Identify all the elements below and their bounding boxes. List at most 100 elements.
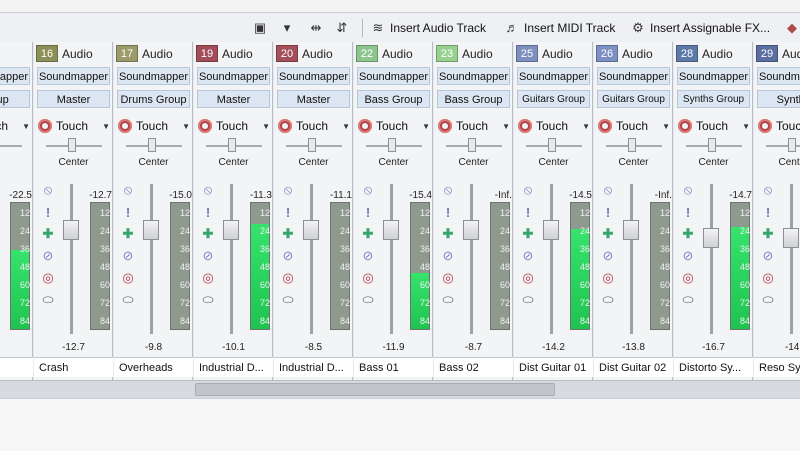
solo-icon[interactable]: ! <box>760 204 776 220</box>
pan-slider-handle[interactable] <box>68 138 76 152</box>
solo-icon[interactable]: ! <box>440 204 456 220</box>
volume-fader-handle[interactable] <box>143 220 159 240</box>
mute-icon[interactable]: ⦸ <box>120 182 136 198</box>
input-echo-icon[interactable]: ✚ <box>520 226 536 242</box>
volume-fader-track[interactable] <box>790 184 793 334</box>
automation-mode-selector[interactable]: Touch ▼ <box>358 117 430 135</box>
bus-selector[interactable]: Bass Group <box>357 90 430 108</box>
insert-audio-track-button[interactable]: ≋ Insert Audio Track <box>370 18 487 38</box>
phase-icon[interactable]: ⊘ <box>680 248 696 264</box>
record-arm-icon[interactable]: ◎ <box>120 270 136 286</box>
bus-selector[interactable]: Master <box>277 90 350 108</box>
track-name[interactable]: Industrial D... <box>194 357 273 377</box>
mute-icon[interactable]: ⦸ <box>200 182 216 198</box>
input-echo-icon[interactable]: ✚ <box>680 226 696 242</box>
track-header[interactable]: 17 Audio <box>116 44 190 63</box>
track-header[interactable]: 25 Audio <box>516 44 590 63</box>
input-echo-icon[interactable]: ✚ <box>200 226 216 242</box>
record-arm-icon[interactable]: ◎ <box>760 270 776 286</box>
output-selector[interactable]: Soundmapper <box>117 67 190 85</box>
input-echo-icon[interactable]: ✚ <box>40 226 56 242</box>
solo-icon[interactable]: ! <box>680 204 696 220</box>
volume-fader-track[interactable] <box>70 184 73 334</box>
output-selector[interactable]: Soundmapper <box>677 67 750 85</box>
solo-icon[interactable]: ! <box>200 204 216 220</box>
output-selector[interactable]: Soundmapper <box>277 67 350 85</box>
pan-slider-handle[interactable] <box>708 138 716 152</box>
track-name[interactable]: Industrial D... <box>274 357 353 377</box>
solo-icon[interactable]: ! <box>280 204 296 220</box>
volume-fader-handle[interactable] <box>783 228 799 248</box>
pan-slider-handle[interactable] <box>148 138 156 152</box>
track-header[interactable]: 20 Audio <box>276 44 350 63</box>
volume-fader-handle[interactable] <box>63 220 79 240</box>
automation-mode-selector[interactable]: Touch ▼ <box>38 117 110 135</box>
track-header[interactable]: 19 Audio <box>196 44 270 63</box>
height-tool-icon[interactable]: ⇵ <box>334 18 354 38</box>
volume-fader-handle[interactable] <box>623 220 639 240</box>
automation-mode-selector[interactable]: Touch ▼ <box>678 117 750 135</box>
read-automation-icon[interactable]: ⬭ <box>40 292 56 308</box>
read-automation-icon[interactable]: ⬭ <box>360 292 376 308</box>
mute-icon[interactable]: ⦸ <box>760 182 776 198</box>
view-menu-chevron-icon[interactable]: ▾ <box>282 18 296 38</box>
track-header[interactable]: 22 Audio <box>356 44 430 63</box>
read-automation-icon[interactable]: ⬭ <box>120 292 136 308</box>
phase-icon[interactable]: ⊘ <box>280 248 296 264</box>
track-name[interactable]: Reso Sy <box>754 357 800 377</box>
pan-slider-handle[interactable] <box>228 138 236 152</box>
output-selector[interactable]: Soundmapper <box>437 67 510 85</box>
track-name[interactable]: 2 <box>0 357 33 377</box>
volume-fader-handle[interactable] <box>383 220 399 240</box>
output-selector[interactable]: Soundmapper <box>0 67 30 85</box>
output-selector[interactable]: Soundmapper <box>37 67 110 85</box>
volume-fader-handle[interactable] <box>223 220 239 240</box>
phase-icon[interactable]: ⊘ <box>440 248 456 264</box>
track-name[interactable]: Bass 02 <box>434 357 513 377</box>
input-echo-icon[interactable]: ✚ <box>760 226 776 242</box>
volume-fader-track[interactable] <box>230 184 233 334</box>
toolbar-overflow-icon[interactable]: ◆ <box>784 18 800 38</box>
mute-icon[interactable]: ⦸ <box>440 182 456 198</box>
bus-selector[interactable]: Guitars Group <box>597 90 670 108</box>
automation-mode-selector[interactable]: Touch ▼ <box>0 117 30 135</box>
track-header[interactable]: 29 Audio <box>756 44 800 63</box>
input-echo-icon[interactable]: ✚ <box>360 226 376 242</box>
record-arm-icon[interactable]: ◎ <box>600 270 616 286</box>
automation-mode-selector[interactable]: Touch ▼ <box>278 117 350 135</box>
bus-selector[interactable]: Bass Group <box>437 90 510 108</box>
volume-fader-handle[interactable] <box>303 220 319 240</box>
automation-mode-selector[interactable]: Touch ▼ <box>118 117 190 135</box>
volume-fader-handle[interactable] <box>703 228 719 248</box>
read-automation-icon[interactable]: ⬭ <box>680 292 696 308</box>
width-tool-icon[interactable]: ⇹ <box>308 18 328 38</box>
read-automation-icon[interactable]: ⬭ <box>760 292 776 308</box>
phase-icon[interactable]: ⊘ <box>200 248 216 264</box>
record-arm-icon[interactable]: ◎ <box>40 270 56 286</box>
solo-icon[interactable]: ! <box>600 204 616 220</box>
read-automation-icon[interactable]: ⬭ <box>440 292 456 308</box>
record-arm-icon[interactable]: ◎ <box>200 270 216 286</box>
track-header[interactable]: 28 Audio <box>676 44 750 63</box>
read-automation-icon[interactable]: ⬭ <box>520 292 536 308</box>
volume-fader-track[interactable] <box>310 184 313 334</box>
record-arm-icon[interactable]: ◎ <box>280 270 296 286</box>
volume-fader-track[interactable] <box>630 184 633 334</box>
track-name[interactable]: Crash <box>34 357 113 377</box>
bus-selector[interactable]: Master <box>197 90 270 108</box>
bus-selector[interactable]: Synths Group <box>677 90 750 108</box>
phase-icon[interactable]: ⊘ <box>760 248 776 264</box>
automation-mode-selector[interactable]: Touch ▼ <box>198 117 270 135</box>
phase-icon[interactable]: ⊘ <box>120 248 136 264</box>
solo-icon[interactable]: ! <box>40 204 56 220</box>
input-echo-icon[interactable]: ✚ <box>600 226 616 242</box>
mute-icon[interactable]: ⦸ <box>680 182 696 198</box>
bus-selector[interactable]: Group <box>0 90 30 108</box>
volume-fader-handle[interactable] <box>463 220 479 240</box>
solo-icon[interactable]: ! <box>520 204 536 220</box>
volume-fader-track[interactable] <box>710 184 713 334</box>
volume-fader-track[interactable] <box>390 184 393 334</box>
track-header[interactable]: 23 Audio <box>436 44 510 63</box>
bus-selector[interactable]: Master <box>37 90 110 108</box>
view-menu-icon[interactable]: ▣ <box>252 18 272 38</box>
